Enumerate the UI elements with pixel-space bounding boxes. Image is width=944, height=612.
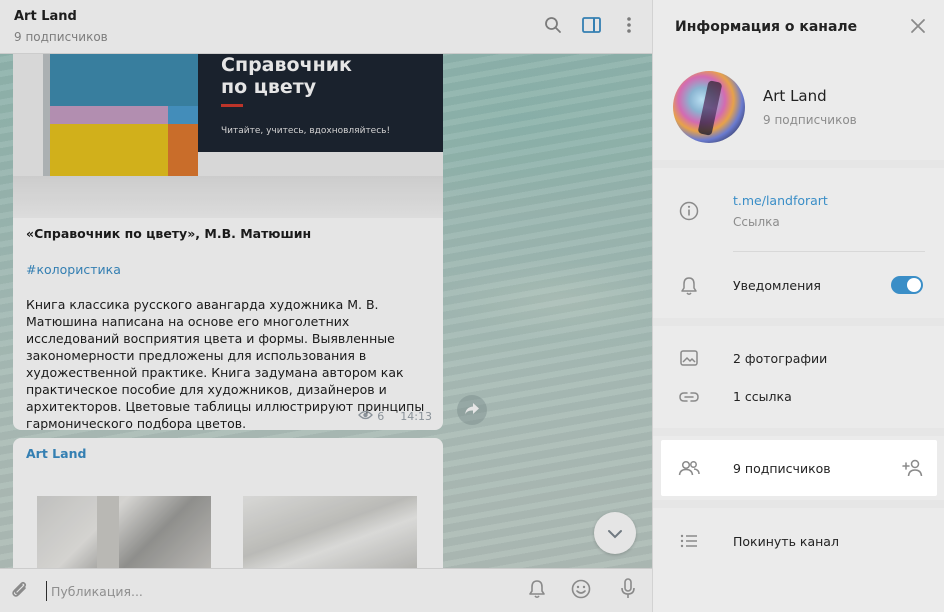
more-vertical-icon [626, 16, 632, 38]
message-post-book[interactable]: Справочник по цвету Читайте, учитесь, вд… [13, 54, 443, 430]
post-heading: «Справочник по цвету», М.В. Матюшин [26, 226, 312, 241]
chevron-down-icon [607, 524, 623, 543]
links-label: 1 ссылка [733, 389, 792, 404]
paperclip-icon [11, 579, 29, 603]
eye-icon [358, 410, 374, 423]
voice-record-button[interactable] [616, 578, 640, 604]
search-button[interactable] [541, 15, 565, 39]
message-post-photos[interactable]: Art Land [13, 438, 443, 578]
message-input[interactable] [46, 581, 486, 601]
subscribers-label: 9 подписчиков [733, 461, 831, 476]
sidebar-toggle-button[interactable] [579, 15, 603, 39]
book-cover-art [50, 54, 198, 176]
chat-subtitle: 9 подписчиков [14, 30, 108, 44]
divider [733, 251, 925, 252]
post-photo-2[interactable] [243, 496, 417, 578]
post-photo-1[interactable] [37, 496, 211, 578]
link-icon [677, 385, 701, 409]
sidebar-toggle-icon [581, 17, 601, 37]
channel-link-caption: Ссылка [733, 215, 780, 229]
chat-title[interactable]: Art Land [14, 9, 77, 24]
post-time: 14:13 [400, 410, 432, 423]
list-icon [677, 529, 701, 553]
add-user-button[interactable] [901, 456, 925, 480]
book-tagline: Читайте, учитесь, вдохновляйтесь! [221, 126, 391, 136]
users-icon [677, 456, 701, 480]
notifications-label: Уведомления [733, 278, 821, 293]
bell-icon [677, 274, 701, 298]
photo-icon [677, 346, 701, 370]
emoji-button[interactable] [569, 579, 593, 603]
channel-link[interactable]: t.me/landforart [733, 193, 828, 208]
message-composer [0, 568, 652, 612]
chat-header: Art Land 9 подписчиков [0, 0, 652, 54]
views-count: 6 [377, 410, 385, 423]
info-icon [677, 199, 701, 223]
book-title: Справочник по цвету [221, 54, 352, 98]
channel-info-panel: Информация о канале Art Land 9 подписчик… [652, 0, 944, 612]
info-panel-title: Информация о канале [675, 19, 858, 35]
channel-name: Art Land [763, 87, 827, 105]
forward-button[interactable] [457, 395, 487, 425]
share-arrow-icon [464, 401, 480, 420]
book-accent-line [221, 104, 243, 107]
post-meta: 6 14:13 [358, 410, 432, 423]
post-author[interactable]: Art Land [26, 446, 86, 461]
notifications-toggle[interactable] [891, 276, 923, 294]
close-panel-button[interactable] [907, 17, 929, 39]
smile-icon [571, 579, 591, 603]
silent-broadcast-button[interactable] [525, 579, 549, 603]
book-shadow [13, 176, 443, 218]
attach-button[interactable] [8, 579, 32, 603]
leave-channel-label: Покинуть канал [733, 534, 839, 549]
channel-subscriber-count: 9 подписчиков [763, 113, 857, 127]
channel-avatar[interactable] [673, 71, 745, 143]
close-icon [910, 18, 926, 38]
bell-icon [528, 579, 546, 603]
search-icon [544, 16, 562, 38]
post-image-book-cover[interactable]: Справочник по цвету Читайте, учитесь, вд… [13, 54, 443, 218]
more-menu-button[interactable] [617, 15, 641, 39]
microphone-icon [620, 578, 636, 604]
post-hashtag-link[interactable]: #колористика [26, 262, 121, 277]
chat-area: Справочник по цвету Читайте, учитесь, вд… [0, 0, 652, 612]
scroll-down-button[interactable] [594, 512, 636, 554]
photos-label: 2 фотографии [733, 351, 828, 366]
